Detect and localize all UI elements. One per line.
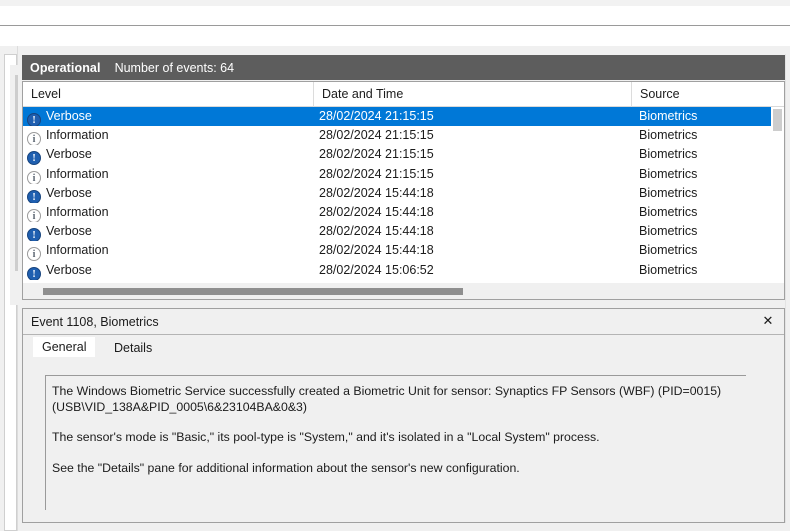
event-details-tab-strip: General Details <box>23 336 784 357</box>
cell-date-and-time: 28/02/2024 21:15:15 <box>319 166 434 181</box>
cell-level: ! Verbose <box>23 107 313 127</box>
cell-date-and-time: 28/02/2024 15:44:18 <box>319 204 434 219</box>
event-list-column-headers: Level Date and Time Source <box>23 82 784 107</box>
table-row[interactable]: ! Verbose 28/02/2024 21:15:15 Biometrics <box>23 145 784 165</box>
verbose-icon: ! <box>27 113 41 127</box>
column-header-date-and-time[interactable]: Date and Time <box>313 82 631 107</box>
cell-source: Biometrics <box>639 109 698 123</box>
event-description-paragraph: The sensor's mode is "Basic," its pool-t… <box>52 430 600 444</box>
window-menu-strip <box>0 6 790 26</box>
tab-details[interactable]: Details <box>105 339 161 357</box>
verbose-icon: ! <box>27 266 41 280</box>
cell-date-and-time: 28/02/2024 21:15:15 <box>319 128 434 143</box>
cell-source: Biometrics <box>639 147 698 162</box>
right-edge-gutter <box>785 54 790 531</box>
cell-level: ! Verbose <box>23 261 313 280</box>
table-row[interactable]: ! Verbose 28/02/2024 15:06:52 Biometrics <box>23 261 784 280</box>
cell-source: Biometrics <box>639 128 698 143</box>
information-icon: i <box>27 170 41 184</box>
event-description-paragraph: The Windows Biometric Service successful… <box>52 384 722 414</box>
event-list-panel[interactable]: Level Date and Time Source ! Verbose 28/02… <box>22 81 785 300</box>
event-list-vertical-scrollbar-thumb[interactable] <box>773 109 782 131</box>
event-list-vertical-scrollbar[interactable] <box>771 107 784 282</box>
cell-level-text: Verbose <box>46 147 92 162</box>
close-icon[interactable]: ✕ <box>758 312 778 332</box>
cell-level-text: Verbose <box>46 109 92 123</box>
information-icon: i <box>27 132 41 146</box>
window-content-gutter <box>0 46 790 54</box>
cell-date-and-time: 28/02/2024 21:15:15 <box>319 147 434 162</box>
cell-source: Biometrics <box>639 166 698 181</box>
window-toolbar-strip <box>0 26 790 46</box>
table-row[interactable]: ! Verbose 28/02/2024 15:44:18 Biometrics <box>23 222 784 242</box>
cell-level: ! Verbose <box>23 222 313 242</box>
cell-date-and-time: 28/02/2024 15:44:18 <box>319 185 434 200</box>
cell-level-text: Information <box>46 243 109 258</box>
cell-level: ! Verbose <box>23 184 313 203</box>
cell-level: i Information <box>23 203 313 223</box>
verbose-icon: ! <box>27 228 41 242</box>
log-name-label: Operational <box>30 60 101 75</box>
event-list-horizontal-scrollbar-thumb[interactable] <box>43 288 463 295</box>
left-navigation-tree[interactable] <box>4 54 25 531</box>
table-row[interactable]: i Information 28/02/2024 21:15:15 Biometric… <box>23 165 784 184</box>
cell-level: ! Verbose <box>23 145 313 165</box>
cell-date-and-time: 28/02/2024 15:44:18 <box>319 243 434 258</box>
cell-level: i Information <box>23 241 313 261</box>
information-icon: i <box>27 247 41 261</box>
event-list-horizontal-scrollbar[interactable] <box>23 282 784 299</box>
event-details-body-wrap: The Windows Biometric Service successful… <box>23 357 784 522</box>
cell-level-text: Information <box>46 128 109 143</box>
verbose-icon: ! <box>27 189 41 203</box>
log-header-bar: Operational Number of events: 64 <box>22 55 785 80</box>
cell-source: Biometrics <box>639 262 698 277</box>
left-navigation-rail <box>0 46 25 531</box>
event-description-textbox[interactable]: The Windows Biometric Service successful… <box>45 375 746 510</box>
tab-general[interactable]: General <box>33 337 96 357</box>
cell-level-text: Information <box>46 204 109 219</box>
cell-date-and-time: 28/02/2024 15:44:18 <box>319 224 434 239</box>
event-details-pane: Event 1108, Biometrics ✕ General Details… <box>22 308 785 523</box>
cell-date-and-time: 28/02/2024 21:15:15 <box>319 109 434 123</box>
cell-level-text: Verbose <box>46 262 92 277</box>
table-row[interactable]: i Information 28/02/2024 21:15:15 Biometric… <box>23 126 784 146</box>
event-count-label: Number of events: 64 <box>114 60 235 75</box>
table-row[interactable]: i Information 28/02/2024 15:44:18 Biometric… <box>23 241 784 261</box>
event-details-title: Event 1108, Biometrics <box>31 315 159 329</box>
event-list-rows[interactable]: ! Verbose 28/02/2024 21:15:15 Biometrics i In… <box>23 107 784 282</box>
event-details-title-bar: Event 1108, Biometrics ✕ <box>23 309 784 335</box>
cell-source: Biometrics <box>639 243 698 258</box>
verbose-icon: ! <box>27 151 41 165</box>
column-header-level[interactable]: Level <box>23 82 313 107</box>
event-description-paragraph: See the "Details" pane for additional in… <box>52 460 520 475</box>
information-icon: i <box>27 208 41 223</box>
cell-level: i Information <box>23 126 313 146</box>
bottom-gutter <box>18 523 790 531</box>
table-row[interactable]: ! Verbose 28/02/2024 15:44:18 Biometrics <box>23 184 784 203</box>
cell-level: i Information <box>23 165 313 184</box>
cell-source: Biometrics <box>639 185 698 200</box>
cell-date-and-time: 28/02/2024 15:06:52 <box>319 262 434 277</box>
cell-level-text: Verbose <box>46 224 92 239</box>
table-row[interactable]: ! Verbose 28/02/2024 21:15:15 Biometrics <box>23 107 784 127</box>
table-row[interactable]: i Information 28/02/2024 15:44:18 Biometric… <box>23 203 784 223</box>
cell-level-text: Verbose <box>46 185 92 200</box>
cell-source: Biometrics <box>639 204 698 219</box>
cell-source: Biometrics <box>639 224 698 239</box>
column-header-source[interactable]: Source <box>631 82 784 107</box>
cell-level-text: Information <box>46 166 109 181</box>
